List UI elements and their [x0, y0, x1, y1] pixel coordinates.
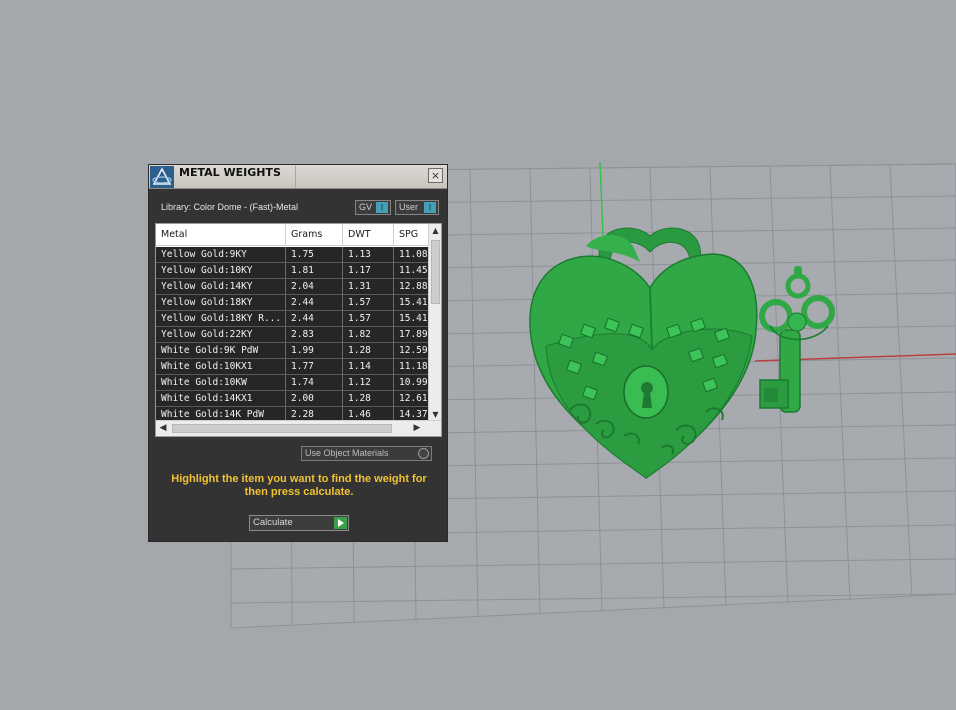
close-button[interactable]: ×	[428, 168, 443, 183]
cell-spg: 15.41	[399, 313, 428, 324]
scroll-up-icon[interactable]: ▲	[431, 226, 440, 236]
cell-dwt: 1.57	[348, 313, 371, 324]
title-separator	[295, 166, 296, 188]
cell-grams: 1.75	[291, 249, 314, 260]
table-row[interactable]: Yellow Gold:18KY R... 2.44 1.57 15.41	[156, 311, 429, 327]
column-header-grams[interactable]: Grams	[291, 229, 322, 240]
instructions-text: Highlight the item you want to find the …	[171, 473, 427, 498]
cell-dwt: 1.17	[348, 265, 371, 276]
table-row[interactable]: White Gold:10KW 1.74 1.12 10.99	[156, 375, 429, 391]
cell-dwt: 1.13	[348, 249, 371, 260]
cell-metal: White Gold:14KX1	[161, 393, 253, 404]
cell-grams: 2.04	[291, 281, 314, 292]
cell-metal: White Gold:10KX1	[161, 361, 253, 372]
cell-spg: 11.08	[399, 249, 428, 260]
gv-toggle-label: GV	[359, 202, 373, 212]
column-header-spg[interactable]: SPG	[399, 229, 418, 240]
gv-toggle[interactable]: GV I	[355, 200, 391, 215]
table-row[interactable]: White Gold:14KX1 2.00 1.28 12.61	[156, 391, 429, 407]
cell-spg: 10.99	[399, 377, 428, 388]
horizontal-scrollbar[interactable]: ◀ ▶	[156, 420, 441, 436]
cell-dwt: 1.82	[348, 329, 371, 340]
cell-spg: 17.89	[399, 329, 428, 340]
3d-viewport[interactable]	[0, 0, 956, 710]
cell-dwt: 1.28	[348, 393, 371, 404]
table-row[interactable]: Yellow Gold:14KY 2.04 1.31 12.88	[156, 279, 429, 295]
cell-spg: 11.18	[399, 361, 428, 372]
dialog-title: METAL WEIGHTS	[179, 166, 281, 179]
scroll-right-icon[interactable]: ▶	[412, 423, 422, 434]
cell-metal: White Gold:10KW	[161, 377, 247, 388]
cell-grams: 2.00	[291, 393, 314, 404]
library-label: Library: Color Dome - (Fast)-Metal	[161, 202, 299, 212]
table-row[interactable]: Yellow Gold:10KY 1.81 1.17 11.45	[156, 263, 429, 279]
app-logo-icon	[150, 166, 174, 188]
calculate-label: Calculate	[253, 517, 293, 528]
cell-dwt: 1.14	[348, 361, 371, 372]
cell-dwt: 1.28	[348, 345, 371, 356]
radio-icon[interactable]	[418, 448, 429, 459]
cell-dwt: 1.31	[348, 281, 371, 292]
cell-grams: 2.44	[291, 297, 314, 308]
cell-grams: 2.83	[291, 329, 314, 340]
vertical-scrollbar[interactable]: ▲ ▼	[428, 224, 441, 422]
cell-metal: Yellow Gold:18KY R...	[161, 313, 282, 324]
column-header-dwt[interactable]: DWT	[348, 229, 371, 240]
cell-spg: 12.88	[399, 281, 428, 292]
cell-metal: Yellow Gold:10KY	[161, 265, 253, 276]
table-row[interactable]: Yellow Gold:9KY 1.75 1.13 11.08	[156, 247, 429, 263]
scroll-down-icon[interactable]: ▼	[431, 410, 440, 420]
toggle-knob-icon: I	[424, 202, 436, 213]
cell-metal: Yellow Gold:18KY	[161, 297, 253, 308]
vertical-scroll-thumb[interactable]	[431, 240, 440, 304]
play-icon	[334, 517, 347, 529]
cell-metal: Yellow Gold:22KY	[161, 329, 253, 340]
cell-metal: Yellow Gold:9KY	[161, 249, 247, 260]
cell-dwt: 1.12	[348, 377, 371, 388]
cell-spg: 11.45	[399, 265, 428, 276]
cell-spg: 12.59	[399, 345, 428, 356]
close-icon: ×	[430, 169, 441, 182]
calculate-button[interactable]: Calculate	[249, 515, 349, 531]
table-row[interactable]: Yellow Gold:22KY 2.83 1.82 17.89	[156, 327, 429, 343]
cell-metal: White Gold:9K PdW	[161, 345, 259, 356]
use-object-materials-option[interactable]: Use Object Materials	[301, 446, 432, 461]
horizontal-scroll-thumb[interactable]	[172, 424, 392, 433]
user-toggle[interactable]: User I	[395, 200, 439, 215]
cell-grams: 1.74	[291, 377, 314, 388]
table-row[interactable]: White Gold:9K PdW 1.99 1.28 12.59	[156, 343, 429, 359]
cell-grams: 1.81	[291, 265, 314, 276]
table-row[interactable]: Yellow Gold:18KY 2.44 1.57 15.41	[156, 295, 429, 311]
dialog-titlebar[interactable]: METAL WEIGHTS ×	[149, 165, 447, 189]
toggle-knob-icon: I	[376, 202, 388, 213]
table-row[interactable]: White Gold:10KX1 1.77 1.14 11.18	[156, 359, 429, 375]
cell-dwt: 1.57	[348, 297, 371, 308]
cell-metal: Yellow Gold:14KY	[161, 281, 253, 292]
cell-spg: 12.61	[399, 393, 428, 404]
cell-grams: 2.44	[291, 313, 314, 324]
cell-spg: 15.41	[399, 297, 428, 308]
metal-weights-dialog: METAL WEIGHTS × Library: Color Dome - (F…	[148, 164, 448, 542]
cell-grams: 1.99	[291, 345, 314, 356]
cell-grams: 1.77	[291, 361, 314, 372]
user-toggle-label: User	[399, 202, 419, 212]
table-header: Metal Grams DWT SPG	[156, 224, 429, 246]
table-rows: Yellow Gold:9KY 1.75 1.13 11.08 Yellow Gold…	[156, 247, 429, 423]
metal-weights-table: Metal Grams DWT SPG Yellow Gold:9KY 1.75 1…	[155, 223, 442, 437]
use-object-materials-label: Use Object Materials	[305, 448, 389, 458]
column-header-metal[interactable]: Metal	[161, 229, 187, 240]
scroll-left-icon[interactable]: ◀	[158, 423, 168, 434]
